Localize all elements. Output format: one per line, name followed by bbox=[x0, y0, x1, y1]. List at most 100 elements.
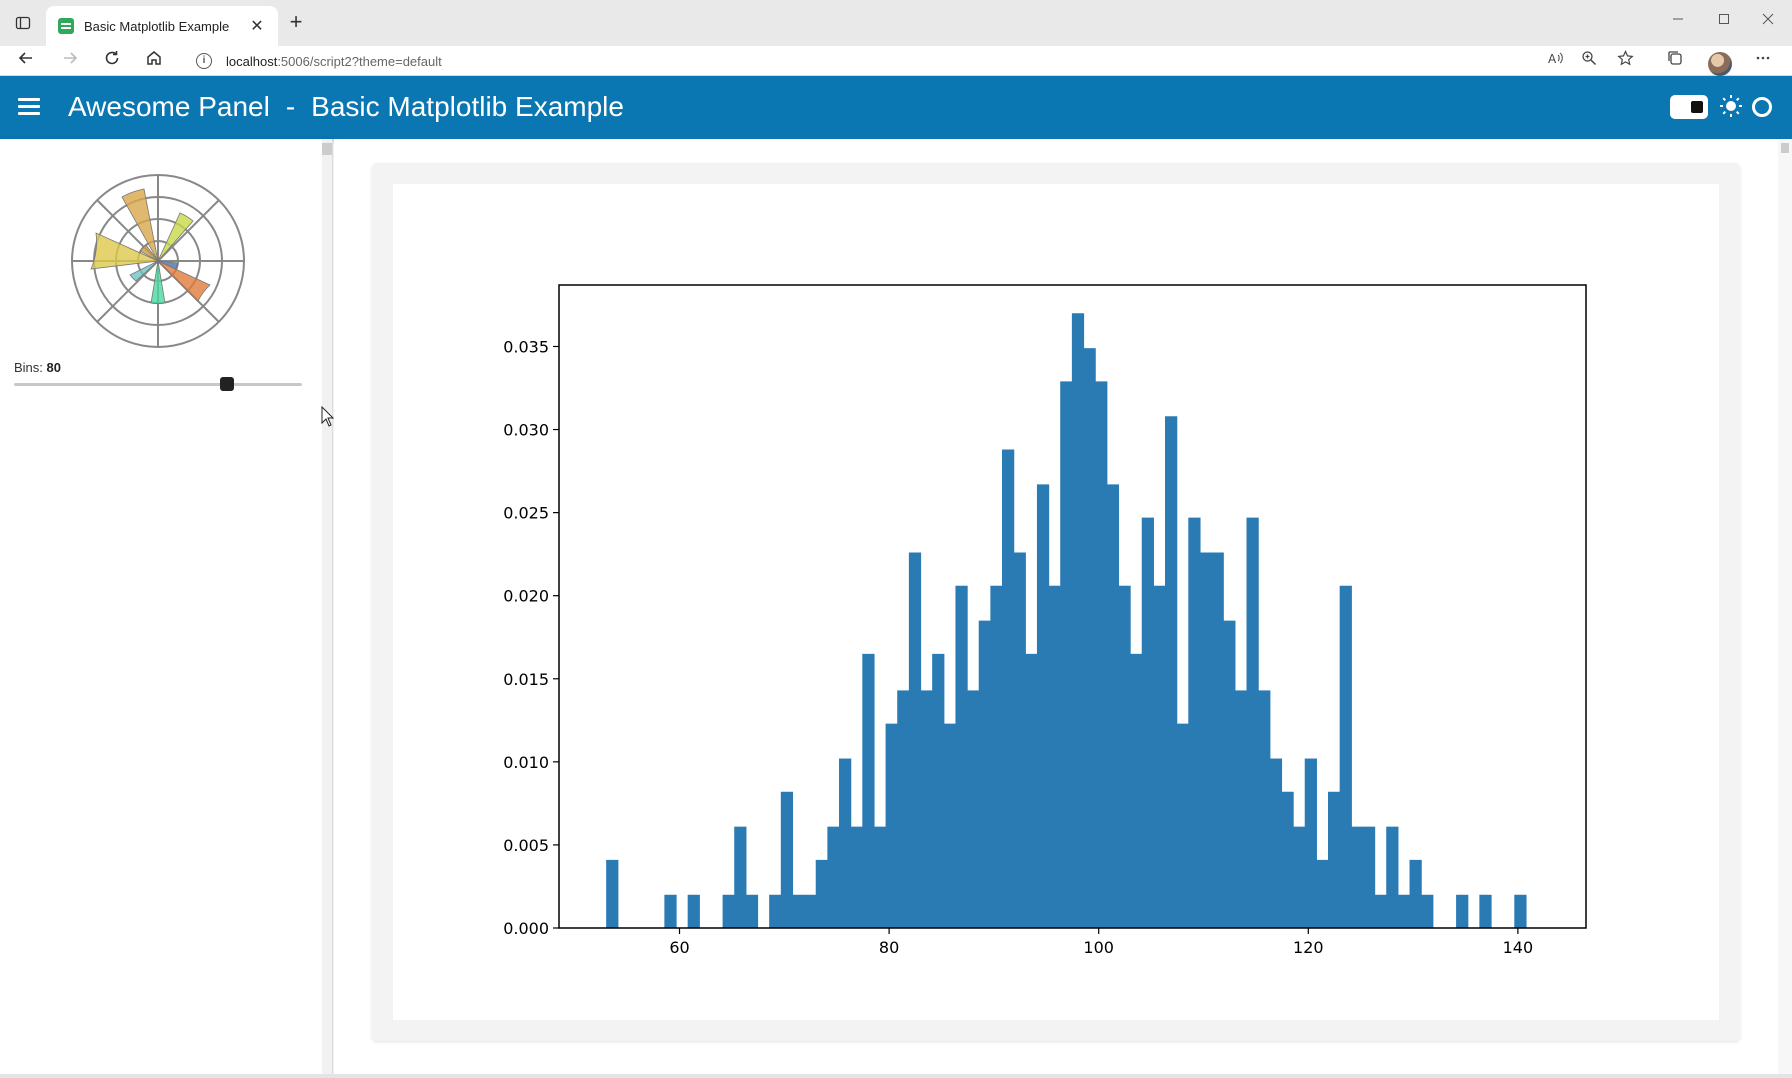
histogram-bar bbox=[1386, 827, 1398, 928]
maximize-icon[interactable] bbox=[1704, 8, 1744, 32]
histogram-chart: 60801001201400.0000.0050.0100.0150.0200.… bbox=[393, 184, 1719, 1020]
forward-icon[interactable] bbox=[56, 48, 84, 74]
main-scrollbar[interactable] bbox=[1778, 139, 1792, 1078]
histogram-bar bbox=[1142, 518, 1154, 928]
histogram-bar bbox=[874, 827, 886, 928]
histogram-bar bbox=[862, 654, 874, 928]
tab-favicon-icon bbox=[58, 18, 74, 34]
x-tick-label: 100 bbox=[1083, 938, 1114, 957]
histogram-bar bbox=[839, 759, 851, 928]
histogram-bar bbox=[827, 827, 839, 928]
histogram-bar bbox=[769, 895, 781, 928]
histogram-bar bbox=[1340, 586, 1352, 928]
histogram-bar bbox=[1479, 895, 1491, 928]
histogram-bar bbox=[1456, 895, 1468, 928]
histogram-bar bbox=[1212, 553, 1224, 928]
browser-tab[interactable]: Basic Matplotlib Example ✕ bbox=[46, 6, 278, 46]
tab-title: Basic Matplotlib Example bbox=[84, 19, 248, 34]
histogram-bar bbox=[1375, 895, 1387, 928]
x-tick-label: 80 bbox=[879, 938, 899, 957]
site-info-icon[interactable]: i bbox=[196, 53, 212, 69]
read-aloud-icon[interactable]: A bbox=[1544, 50, 1566, 72]
histogram-bar bbox=[1363, 827, 1375, 928]
histogram-bar bbox=[1421, 895, 1433, 928]
histogram-bar bbox=[1107, 484, 1119, 928]
y-tick-label: 0.015 bbox=[503, 670, 549, 689]
histogram-bar bbox=[1316, 860, 1328, 928]
slider-handle[interactable] bbox=[220, 377, 234, 391]
brand-name: Awesome Panel bbox=[68, 91, 270, 122]
title-separator: - bbox=[286, 91, 295, 122]
sidebar-scrollbar[interactable] bbox=[322, 139, 332, 1078]
histogram-bar bbox=[1095, 381, 1107, 928]
histogram-bar bbox=[723, 895, 735, 928]
profile-avatar[interactable] bbox=[1708, 52, 1732, 76]
slider-track[interactable] bbox=[14, 383, 302, 386]
histogram-bar bbox=[664, 895, 676, 928]
app-title-text: Basic Matplotlib Example bbox=[311, 91, 624, 122]
sun-icon[interactable] bbox=[1718, 94, 1744, 120]
svg-text:A: A bbox=[1548, 52, 1557, 66]
histogram-bar bbox=[816, 860, 828, 928]
histogram-bar bbox=[1118, 586, 1130, 928]
more-menu-icon[interactable] bbox=[1752, 50, 1774, 72]
zoom-icon[interactable] bbox=[1578, 50, 1600, 72]
bins-label-text: Bins: bbox=[14, 360, 43, 375]
histogram-bar bbox=[792, 895, 804, 928]
y-tick-label: 0.005 bbox=[503, 836, 549, 855]
bins-value: 80 bbox=[47, 360, 61, 375]
histogram-bar bbox=[606, 860, 618, 928]
histogram-bar bbox=[1130, 654, 1142, 928]
histogram-bar bbox=[1410, 860, 1422, 928]
minimize-icon[interactable] bbox=[1658, 8, 1698, 32]
histogram-bar bbox=[1002, 449, 1014, 928]
histogram-bar bbox=[1293, 827, 1305, 928]
histogram-bar bbox=[1188, 518, 1200, 928]
y-tick-label: 0.035 bbox=[503, 337, 549, 356]
y-tick-label: 0.000 bbox=[503, 919, 549, 938]
url-path: :5006/script2?theme=default bbox=[277, 54, 441, 69]
refresh-icon[interactable] bbox=[98, 48, 126, 74]
histogram-bar bbox=[897, 690, 909, 928]
histogram-bar bbox=[1351, 827, 1363, 928]
app-header: Awesome Panel-Basic Matplotlib Example bbox=[0, 76, 1792, 139]
histogram-bar bbox=[1247, 518, 1259, 928]
histogram-bar bbox=[1305, 759, 1317, 928]
histogram-bar bbox=[1060, 381, 1072, 928]
new-tab-button[interactable]: + bbox=[284, 10, 308, 34]
y-tick-label: 0.010 bbox=[503, 753, 549, 772]
browser-tab-bar: Basic Matplotlib Example ✕ + bbox=[0, 0, 1792, 46]
histogram-bar bbox=[1258, 690, 1270, 928]
histogram-bar bbox=[955, 586, 967, 928]
histogram-bar bbox=[1165, 416, 1177, 928]
x-tick-label: 60 bbox=[669, 938, 689, 957]
histogram-bar bbox=[1235, 690, 1247, 928]
tab-close-icon[interactable]: ✕ bbox=[248, 16, 266, 36]
histogram-bar bbox=[979, 621, 991, 928]
tab-actions-icon[interactable] bbox=[12, 12, 34, 34]
home-icon[interactable] bbox=[140, 48, 168, 74]
y-tick-label: 0.025 bbox=[503, 504, 549, 523]
close-window-icon[interactable] bbox=[1748, 8, 1788, 32]
histogram-bar bbox=[1025, 654, 1037, 928]
connection-status-icon bbox=[1752, 97, 1772, 117]
url-text: localhost:5006/script2?theme=default bbox=[226, 54, 442, 69]
histogram-bar bbox=[1049, 586, 1061, 928]
favorite-star-icon[interactable] bbox=[1614, 50, 1636, 72]
bins-slider[interactable] bbox=[14, 376, 302, 392]
histogram-bar bbox=[1514, 895, 1526, 928]
x-tick-label: 140 bbox=[1503, 938, 1534, 957]
histogram-bar bbox=[932, 654, 944, 928]
histogram-bars bbox=[606, 313, 1526, 928]
collections-icon[interactable] bbox=[1664, 50, 1686, 72]
url-field[interactable]: i localhost:5006/script2?theme=default bbox=[196, 50, 1536, 72]
histogram-bar bbox=[1223, 621, 1235, 928]
window-bottom-edge bbox=[0, 1074, 1792, 1078]
histogram-bar bbox=[804, 895, 816, 928]
hamburger-menu-icon[interactable] bbox=[18, 98, 40, 116]
theme-toggle[interactable] bbox=[1670, 95, 1708, 119]
back-icon[interactable] bbox=[12, 48, 40, 74]
bins-label: Bins: 80 bbox=[14, 360, 61, 375]
histogram-bar bbox=[909, 553, 921, 928]
histogram-bar bbox=[1200, 553, 1212, 928]
